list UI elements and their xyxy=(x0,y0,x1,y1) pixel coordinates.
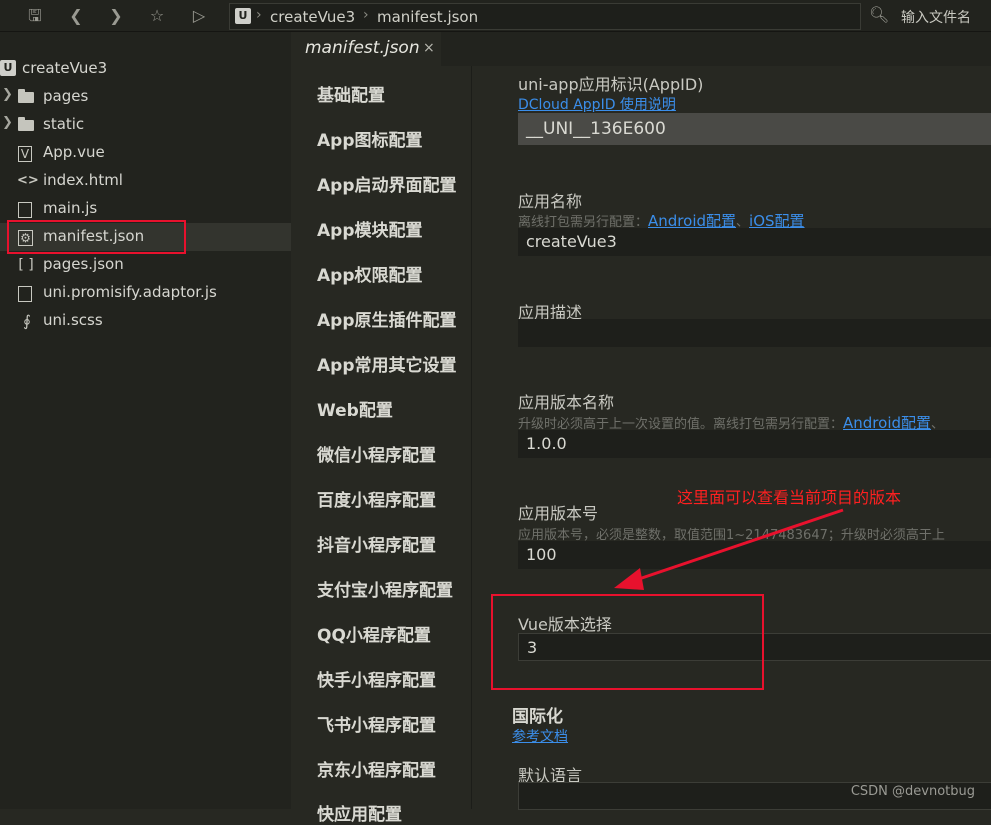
chevron-right-icon: ❯ xyxy=(2,87,13,102)
nav-item-app-other[interactable]: App常用其它设置 xyxy=(317,351,457,376)
tree-item-label: main.js xyxy=(43,199,98,217)
run-icon[interactable]: ▷ xyxy=(189,6,209,26)
nav-item-app-native-plugins[interactable]: App原生插件配置 xyxy=(317,306,457,331)
tab-manifest-json[interactable]: manifest.json × xyxy=(291,32,441,66)
breadcrumb-separator-icon: › xyxy=(256,7,262,23)
annotation-arrow xyxy=(614,508,844,590)
nav-item-app-splash[interactable]: App启动界面配置 xyxy=(317,171,457,196)
uniapp-logo-icon: U xyxy=(235,8,251,24)
breadcrumb: U › createVue3 › manifest.json xyxy=(229,3,861,30)
tree-item-pages[interactable]: ❯ pages xyxy=(0,83,291,111)
watermark: CSDN @devnotbug xyxy=(850,784,975,799)
scss-file-icon: ∮ xyxy=(23,312,31,330)
version-code-label: 应用版本号 xyxy=(518,504,599,523)
nav-item-feishu[interactable]: 飞书小程序配置 xyxy=(317,711,436,736)
nav-item-weixin[interactable]: 微信小程序配置 xyxy=(317,441,436,466)
appid-label: uni-app应用标识(AppID) xyxy=(518,75,704,94)
nav-item-baidu[interactable]: 百度小程序配置 xyxy=(317,486,436,511)
nav-item-app-icon[interactable]: App图标配置 xyxy=(317,126,423,151)
chevron-right-icon: ❯ xyxy=(2,115,13,130)
project-name: createVue3 xyxy=(22,59,108,77)
editor-tab-bar: manifest.json × xyxy=(291,32,991,66)
file-icon xyxy=(18,286,32,302)
html-file-icon: <> xyxy=(17,173,39,188)
tab-label: manifest.json xyxy=(305,38,420,58)
nav-item-web[interactable]: Web配置 xyxy=(317,396,393,421)
nav-item-quickapp[interactable]: 快应用配置 xyxy=(317,800,402,825)
star-icon[interactable]: ☆ xyxy=(147,6,167,26)
nav-item-app-modules[interactable]: App模块配置 xyxy=(317,216,423,241)
highlight-box xyxy=(7,220,186,254)
json-file-icon: [ ] xyxy=(18,257,34,273)
nav-item-kuaishou[interactable]: 快手小程序配置 xyxy=(317,666,436,691)
settings-nav: 基础配置 App图标配置 App启动界面配置 App模块配置 App权限配置 A… xyxy=(291,66,472,825)
highlight-box xyxy=(491,594,764,690)
file-icon xyxy=(18,202,32,218)
breadcrumb-project[interactable]: createVue3 xyxy=(270,8,355,26)
tree-item-main-js[interactable]: main.js xyxy=(0,195,291,223)
tree-item-promisify-js[interactable]: uni.promisify.adaptor.js xyxy=(0,279,291,307)
tree-item-label: pages xyxy=(43,87,89,105)
nav-item-qq[interactable]: QQ小程序配置 xyxy=(317,621,431,646)
tree-item-label: uni.promisify.adaptor.js xyxy=(43,283,217,301)
manifest-form: uni-app应用标识(AppID) DCloud AppID 使用说明 __U… xyxy=(472,66,991,810)
app-name-field[interactable]: createVue3 xyxy=(518,228,991,256)
i18n-heading: 国际化 xyxy=(512,707,563,727)
nav-item-alipay[interactable]: 支付宝小程序配置 xyxy=(317,576,453,601)
i18n-doc-link[interactable]: 参考文档 xyxy=(512,729,568,745)
tree-item-label: uni.scss xyxy=(43,311,103,329)
breadcrumb-separator-icon: › xyxy=(363,7,369,23)
vue-file-icon: V xyxy=(18,146,32,162)
close-icon[interactable]: × xyxy=(423,40,435,56)
file-search-button[interactable]: 🔍︎ 输入文件名 xyxy=(866,3,991,28)
project-explorer: U createVue3 ❯ pages ❯ static V App.vue … xyxy=(0,32,291,809)
tree-item-index-html[interactable]: <> index.html xyxy=(0,167,291,195)
tree-item-label: pages.json xyxy=(43,255,124,273)
nav-item-basic[interactable]: 基础配置 xyxy=(317,81,385,106)
tree-item-pages-json[interactable]: [ ] pages.json xyxy=(0,251,291,279)
nav-item-jd[interactable]: 京东小程序配置 xyxy=(317,756,436,781)
appid-doc-link[interactable]: DCloud AppID 使用说明 xyxy=(518,97,676,113)
nav-item-douyin[interactable]: 抖音小程序配置 xyxy=(317,531,436,556)
tree-item-label: static xyxy=(43,115,85,133)
tree-item-label: App.vue xyxy=(43,143,105,161)
top-toolbar: 🖫 ❮ ❯ ☆ ▷ U › createVue3 › manifest.json… xyxy=(0,0,991,32)
version-name-label: 应用版本名称 xyxy=(518,393,615,412)
project-icon: U xyxy=(0,60,16,76)
folder-icon xyxy=(18,116,36,134)
tree-item-app-vue[interactable]: V App.vue xyxy=(0,139,291,167)
tree-item-static[interactable]: ❯ static xyxy=(0,111,291,139)
tree-item-uni-scss[interactable]: ∮ uni.scss xyxy=(0,307,291,335)
app-desc-field[interactable] xyxy=(518,319,991,347)
save-icon[interactable]: 🖫 xyxy=(25,6,45,26)
breadcrumb-file[interactable]: manifest.json xyxy=(377,8,478,26)
app-name-label: 应用名称 xyxy=(518,192,583,211)
tree-item-label: index.html xyxy=(43,171,123,189)
back-icon[interactable]: ❮ xyxy=(66,6,86,26)
forward-icon[interactable]: ❯ xyxy=(106,6,126,26)
file-search-icon: 🔍︎ xyxy=(869,5,890,24)
version-name-field[interactable]: 1.0.0 xyxy=(518,430,991,458)
appid-field[interactable]: __UNI__136E600 xyxy=(518,113,991,145)
project-root[interactable]: U createVue3 xyxy=(0,55,291,83)
file-search-label: 输入文件名 xyxy=(901,10,971,26)
folder-icon xyxy=(18,88,36,106)
nav-item-app-permissions[interactable]: App权限配置 xyxy=(317,261,423,286)
